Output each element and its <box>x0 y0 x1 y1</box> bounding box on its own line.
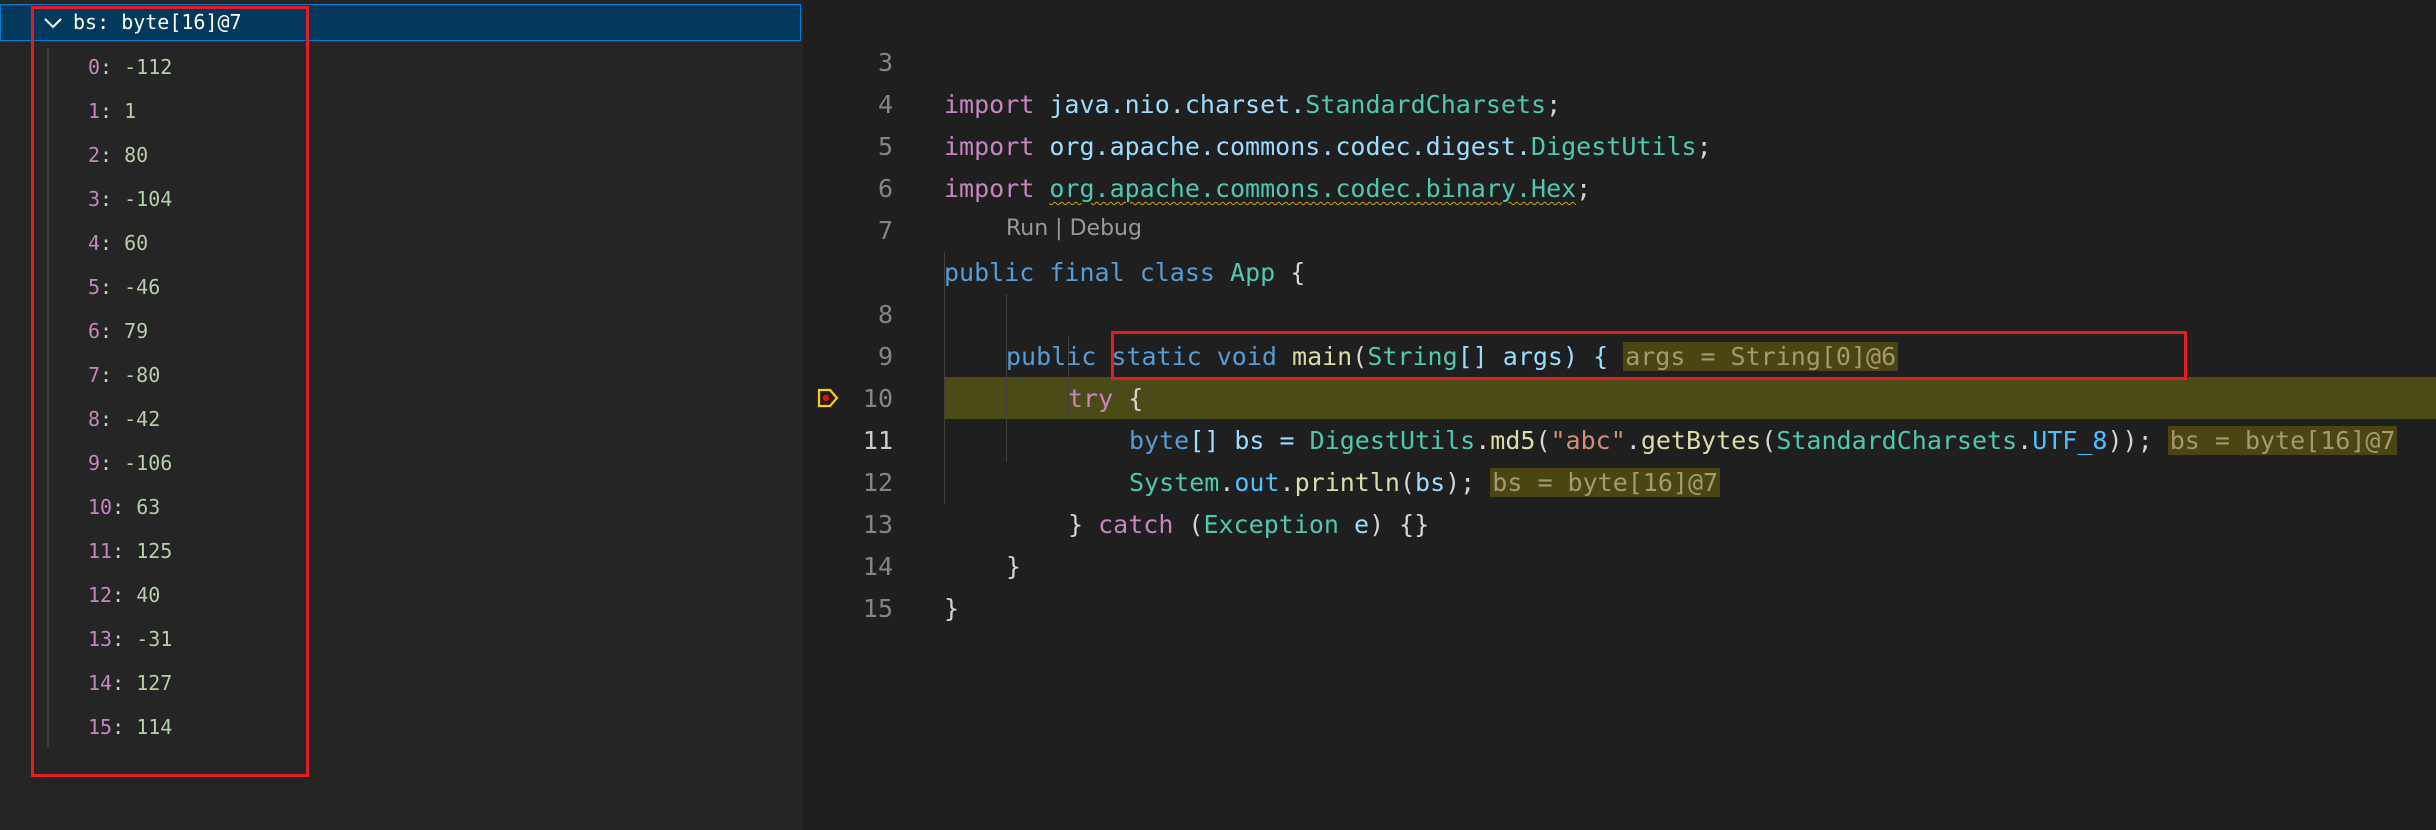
code-editor[interactable]: 3 import java.nio.charset.StandardCharse… <box>803 0 2436 830</box>
code-line[interactable]: 13 } <box>803 462 2436 581</box>
code-line[interactable]: 15 <box>803 546 2436 623</box>
codelens: Run | Debug <box>1006 216 1142 241</box>
code-line[interactable]: 8 public static void main(String[] args)… <box>803 252 2436 371</box>
code-line[interactable]: 5 import org.apache.commons.codec.binary… <box>803 84 2436 203</box>
code-line-current[interactable]: 11 System.out.println(bs); bs = byte[16]… <box>803 378 2436 497</box>
code-line[interactable]: 12 } catch (Exception e) {} <box>803 420 2436 539</box>
code-line[interactable]: 7 public final class App { <box>803 168 2436 287</box>
line-number: 15 <box>862 594 893 623</box>
run-codelens-link[interactable]: Run <box>1006 216 1048 241</box>
code-line[interactable]: 4 import org.apache.commons.codec.digest… <box>803 42 2436 161</box>
variables-panel: bs: byte[16]@7 0: -112 1: 1 2: 80 3: -10… <box>0 0 803 830</box>
annotation-box-variables <box>31 6 309 777</box>
code-line[interactable]: 6 <box>803 126 2436 203</box>
line-number: 7 <box>877 216 893 245</box>
code-line[interactable]: 9 try { <box>803 294 2436 413</box>
debug-codelens-link[interactable]: Debug <box>1070 216 1142 241</box>
code-line[interactable]: 3 import java.nio.charset.StandardCharse… <box>803 0 2436 119</box>
code-line[interactable]: 14 } <box>803 504 2436 623</box>
annotation-box-code <box>1111 331 2187 380</box>
